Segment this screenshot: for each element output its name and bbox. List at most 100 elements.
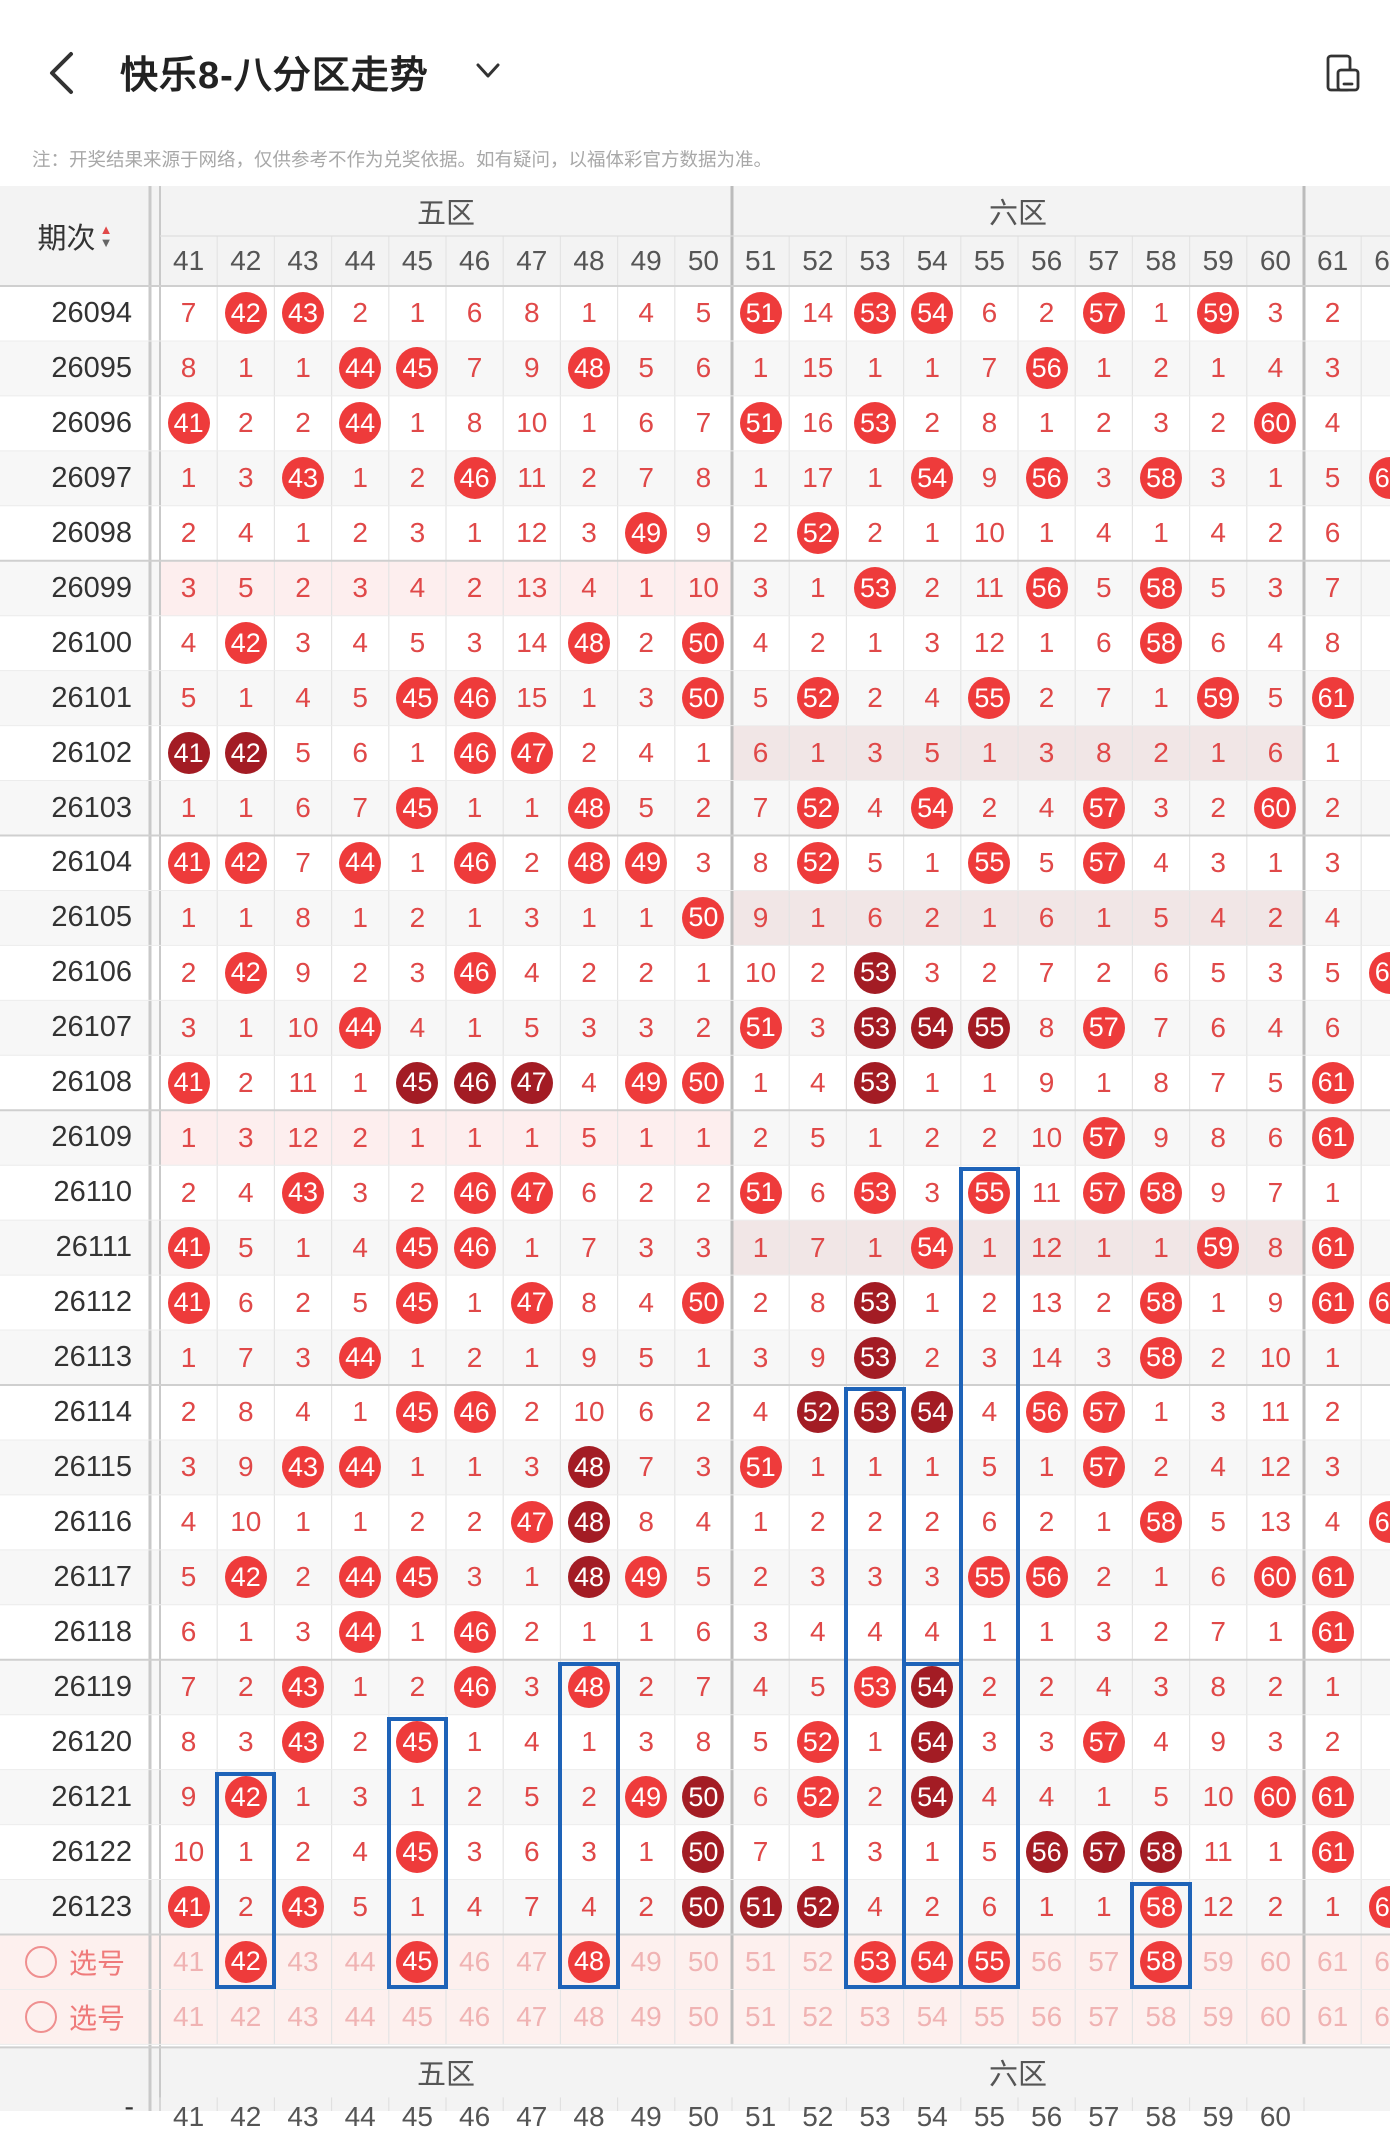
miss-count: 2 xyxy=(409,462,426,494)
pick-cell[interactable]: 56 xyxy=(1018,1989,1075,2044)
pick-cell[interactable]: 62 xyxy=(1361,1935,1390,1990)
trend-cell: 3 xyxy=(961,1330,1018,1385)
pick-cell[interactable]: 47 xyxy=(503,1935,560,1990)
trend-cell: 5 xyxy=(1190,1495,1247,1550)
pick-cell[interactable]: 55 xyxy=(961,1989,1018,2044)
issue-number: 26106 xyxy=(51,956,132,989)
pick-cell[interactable]: 51 xyxy=(732,1989,789,2044)
miss-count: 1 xyxy=(466,1011,483,1043)
pick-cell[interactable]: 61 xyxy=(1304,1935,1361,1990)
trend-cell: 1 xyxy=(846,341,903,396)
miss-count: 9 xyxy=(523,352,540,384)
column-header: 51 xyxy=(745,245,777,276)
pick-cell[interactable]: 52 xyxy=(789,1935,846,1990)
pick-cell[interactable]: 47 xyxy=(503,1989,560,2044)
pick-cell[interactable]: 58 xyxy=(1132,1989,1189,2044)
miss-count: 1 xyxy=(1267,1616,1284,1648)
column-header: 60 xyxy=(1259,245,1291,276)
pick-cell[interactable]: 54 xyxy=(904,1935,961,1990)
pick-number: 57 xyxy=(1088,1945,1120,1977)
pick-cell[interactable]: 43 xyxy=(274,1935,331,1990)
pick-cell[interactable]: 42 xyxy=(217,1989,274,2044)
miss-count: 2 xyxy=(981,1121,998,1153)
trend-cell: 1 xyxy=(446,1440,503,1495)
column-header-bottom: 59 xyxy=(1202,2101,1234,2133)
pick-cell[interactable]: 48 xyxy=(560,1989,617,2044)
pick-cell[interactable]: 60 xyxy=(1247,1989,1304,2044)
miss-count: 5 xyxy=(180,682,197,714)
pick-cell[interactable]: 54 xyxy=(904,1989,961,2044)
pick-cell[interactable]: 45 xyxy=(389,1935,446,1990)
pick-cell[interactable]: 49 xyxy=(618,1935,675,1990)
pick-cell[interactable]: 44 xyxy=(332,1989,389,2044)
miss-count: 4 xyxy=(924,682,940,714)
pick-cell[interactable]: 53 xyxy=(846,1989,903,2044)
pick-cell[interactable]: 59 xyxy=(1190,1935,1247,1990)
pick-cell[interactable]: 55 xyxy=(961,1935,1018,1990)
trend-cell: 50 xyxy=(675,1275,732,1330)
trend-cell: 3 xyxy=(560,1825,617,1880)
pick-cell[interactable]: 58 xyxy=(1132,1935,1189,1990)
trend-cell: 50 xyxy=(675,671,732,726)
issue-header-sort[interactable]: 期次 ▲ ▼ xyxy=(0,186,150,286)
miss-count: 5 xyxy=(924,737,940,769)
trend-cell: 6 xyxy=(846,890,903,945)
pick-cell[interactable]: 48 xyxy=(560,1935,617,1990)
hit-ball: 53 xyxy=(853,292,896,335)
pick-cell[interactable]: 42 xyxy=(217,1935,274,1990)
miss-count: 1 xyxy=(237,682,254,714)
pick-cell[interactable]: 50 xyxy=(675,1935,732,1990)
pick-cell[interactable]: 41 xyxy=(160,1989,217,2044)
miss-count: 1 xyxy=(867,352,883,384)
trend-cell: 53 xyxy=(846,286,903,341)
issue-number: 26105 xyxy=(51,901,132,934)
pick-cell[interactable]: 61 xyxy=(1304,1989,1361,2044)
pick-cell[interactable]: 44 xyxy=(332,1935,389,1990)
pick-cell[interactable]: 57 xyxy=(1075,1989,1132,2044)
pick-number: 41 xyxy=(173,2000,205,2032)
pick-cell[interactable]: 46 xyxy=(446,1935,503,1990)
trend-cell: 1 xyxy=(332,1385,389,1440)
miss-count: 2 xyxy=(352,517,368,549)
trend-cell: 1 xyxy=(618,561,675,616)
pick-cell[interactable]: 53 xyxy=(846,1935,903,1990)
hit-ball: 61 xyxy=(1311,1611,1354,1654)
miss-count: 1 xyxy=(237,352,254,384)
pick-cell[interactable]: 45 xyxy=(389,1989,446,2044)
trend-cell: 14 xyxy=(1018,1330,1075,1385)
pick-cell[interactable]: 41 xyxy=(160,1935,217,1990)
pick-cell[interactable]: 46 xyxy=(446,1989,503,2044)
hit-ball: 53 xyxy=(853,567,896,610)
miss-count: 4 xyxy=(237,517,254,549)
miss-count: 1 xyxy=(523,1121,540,1153)
miss-count: 6 xyxy=(1324,1011,1341,1043)
pick-cell[interactable]: 52 xyxy=(789,1989,846,2044)
pick-cell[interactable]: 62 xyxy=(1361,1989,1390,2044)
trend-cell: 50 xyxy=(675,890,732,945)
trend-cell: 1 xyxy=(503,1550,560,1605)
pick-cell[interactable]: 50 xyxy=(675,1989,732,2044)
miss-count: 2 xyxy=(180,956,197,988)
pick-row-toggle[interactable]: 选号 xyxy=(0,1989,150,2044)
trend-cell: 3 xyxy=(904,1550,961,1605)
hit-ball: 53 xyxy=(853,402,896,445)
trend-cell: 1 xyxy=(618,1110,675,1165)
miss-count: 4 xyxy=(1038,1781,1055,1813)
pick-cell[interactable]: 49 xyxy=(618,1989,675,2044)
pick-row-toggle[interactable]: 选号 xyxy=(0,1935,150,1990)
pick-cell[interactable]: 60 xyxy=(1247,1935,1304,1990)
miss-count: 10 xyxy=(287,1011,319,1043)
pick-cell[interactable]: 56 xyxy=(1018,1935,1075,1990)
miss-count: 5 xyxy=(809,1671,826,1703)
miss-count: 1 xyxy=(924,846,940,878)
pick-cell[interactable]: 57 xyxy=(1075,1935,1132,1990)
hit-ball: 48 xyxy=(567,787,610,830)
pick-cell[interactable]: 43 xyxy=(274,1989,331,2044)
trend-cell: 48 xyxy=(560,1660,617,1715)
pick-cell[interactable]: 51 xyxy=(732,1935,789,1990)
pick-cell[interactable]: 59 xyxy=(1190,1989,1247,2044)
hit-ball: 46 xyxy=(453,1226,496,1269)
miss-count: 1 xyxy=(581,297,597,329)
hit-ball: 56 xyxy=(1025,567,1068,610)
trend-cell: 2 xyxy=(675,1385,732,1440)
